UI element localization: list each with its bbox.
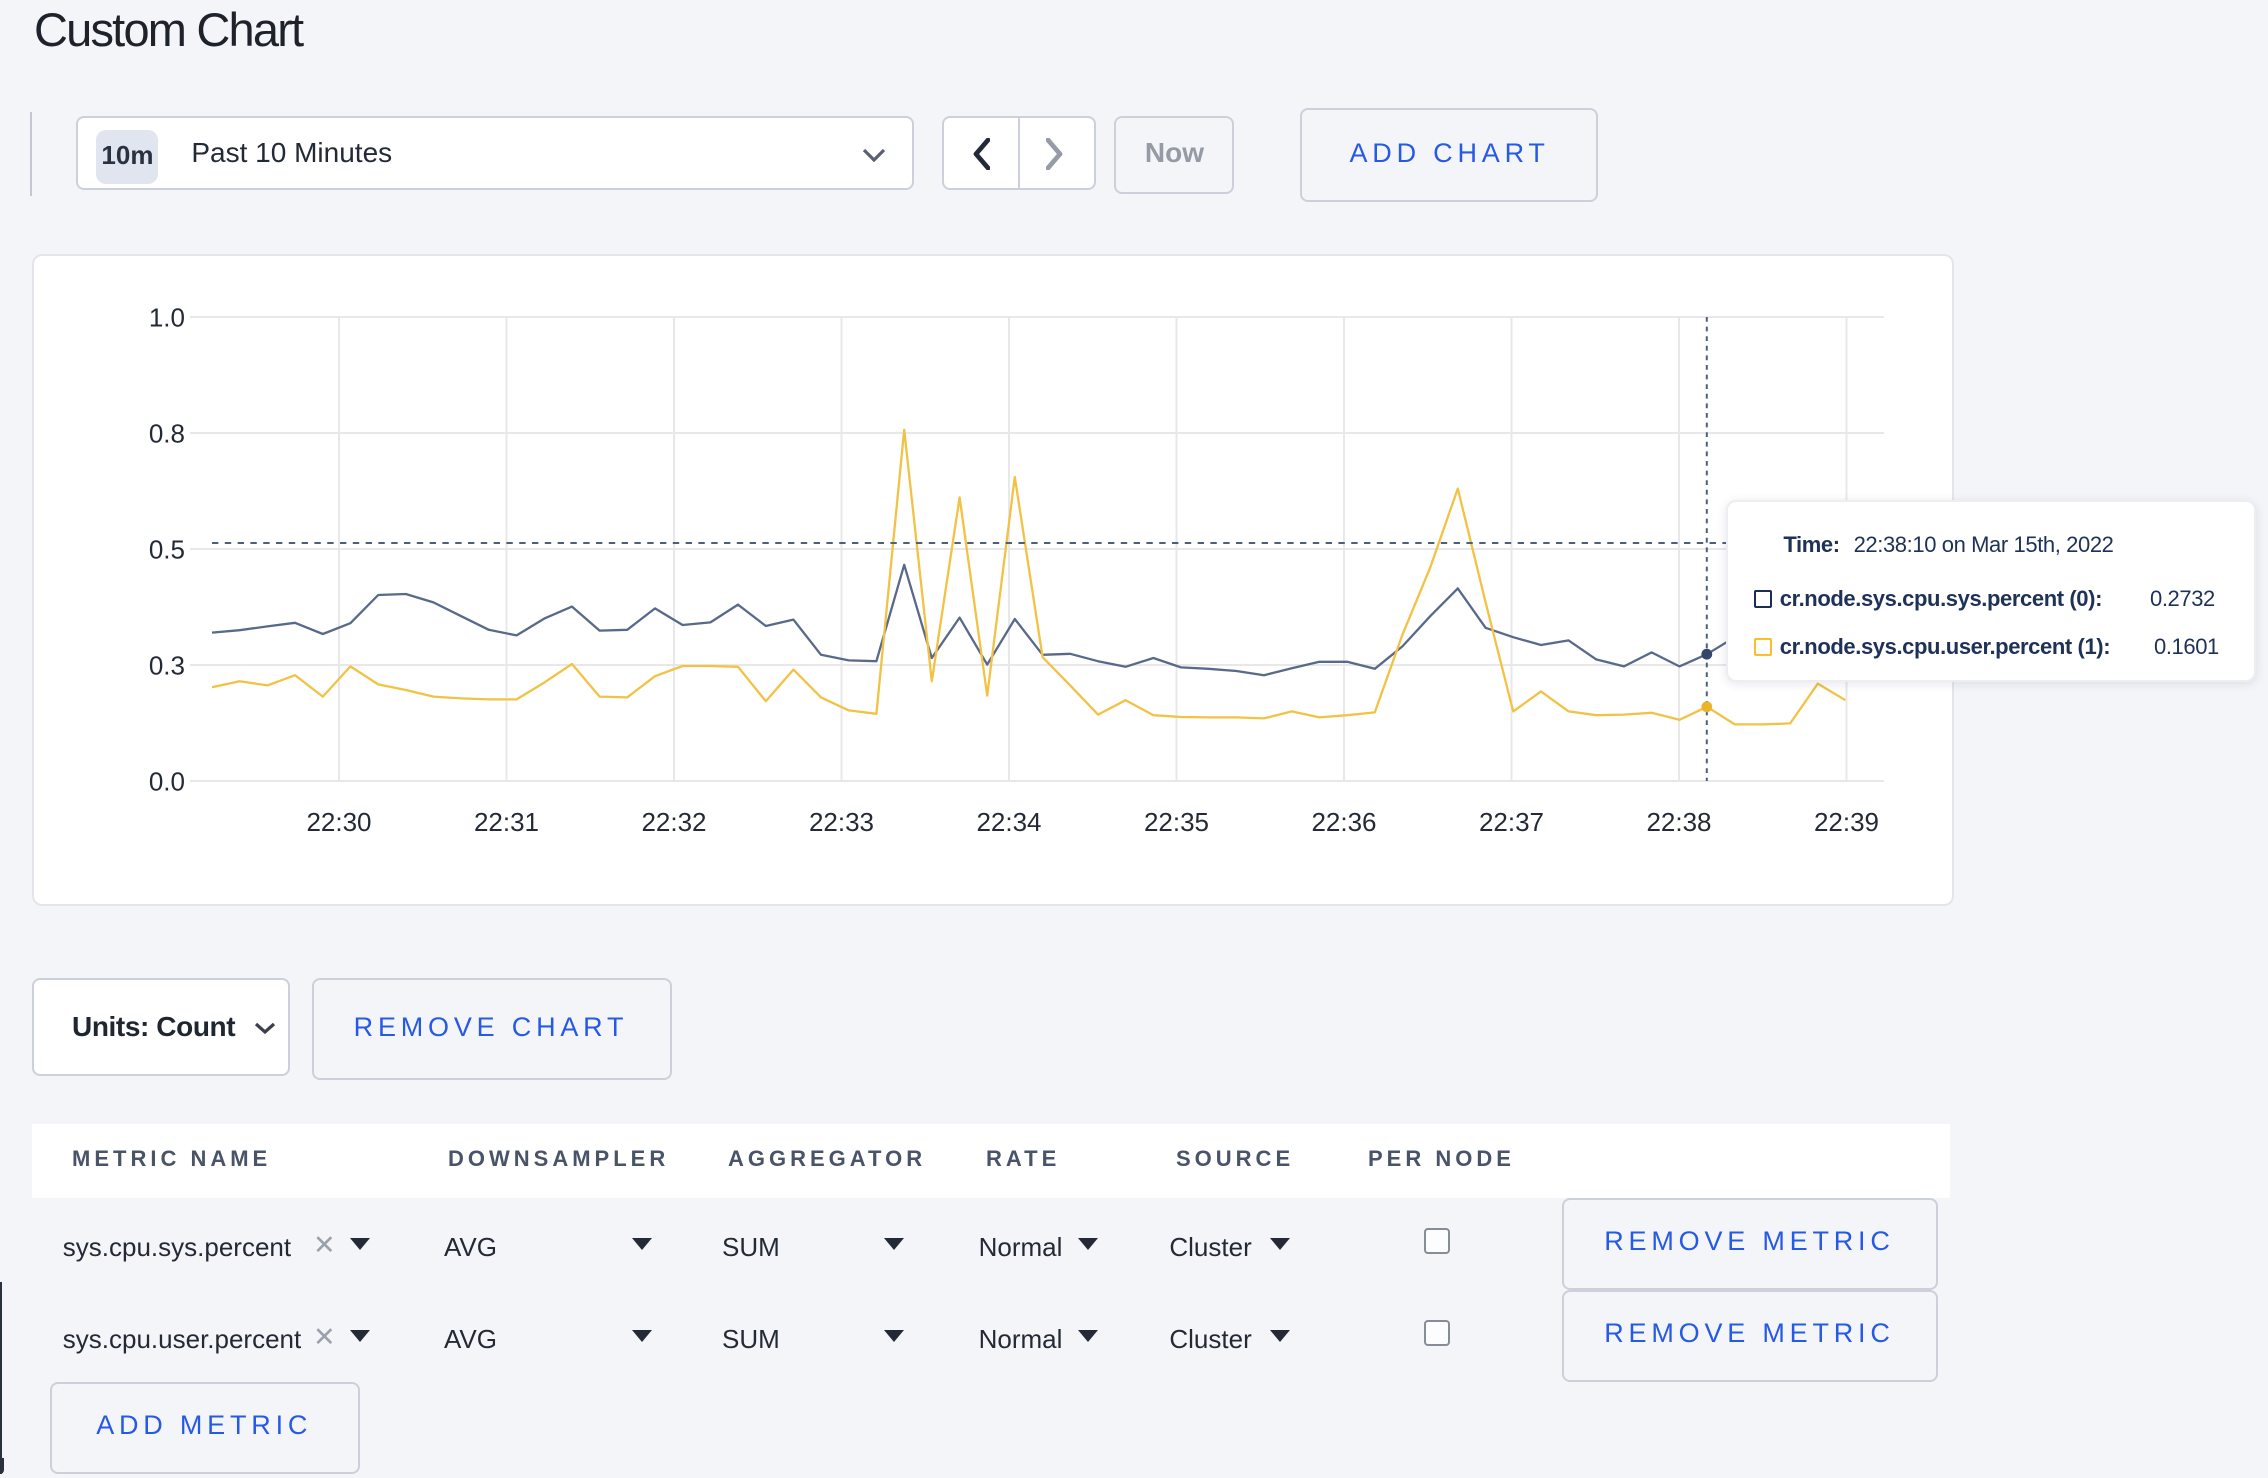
svg-text:22:35: 22:35 [1144, 806, 1209, 836]
svg-text:22:33: 22:33 [809, 806, 874, 836]
svg-text:1.0: 1.0 [149, 301, 185, 331]
svg-text:22:31: 22:31 [474, 806, 539, 836]
svg-text:0.5: 0.5 [149, 533, 185, 563]
svg-text:22:36: 22:36 [1311, 806, 1376, 836]
svg-text:22:30: 22:30 [306, 806, 371, 836]
svg-text:22:39: 22:39 [1814, 806, 1879, 836]
svg-text:22:34: 22:34 [976, 806, 1041, 836]
svg-text:0.8: 0.8 [149, 417, 185, 447]
svg-text:0.3: 0.3 [149, 649, 185, 679]
svg-text:0.0: 0.0 [149, 765, 185, 795]
svg-text:22:38: 22:38 [1646, 806, 1711, 836]
svg-text:22:37: 22:37 [1479, 806, 1544, 836]
svg-text:22:32: 22:32 [641, 806, 706, 836]
